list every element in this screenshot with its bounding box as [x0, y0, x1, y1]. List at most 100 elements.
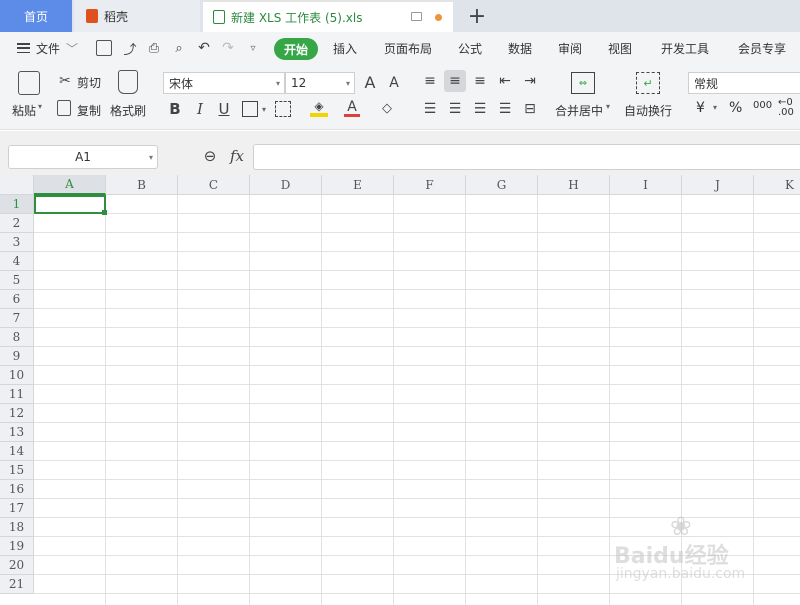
scissors-icon[interactable]: ✂: [56, 72, 74, 90]
justify-icon[interactable]: ☰: [496, 100, 514, 118]
menu-developer[interactable]: 开发工具: [661, 40, 709, 57]
copy-label[interactable]: 复制: [77, 102, 101, 119]
wrap-text-icon[interactable]: ↵: [636, 72, 660, 94]
tab-daoke[interactable]: 稻壳: [74, 0, 200, 32]
row-header-10[interactable]: 10: [0, 366, 34, 385]
select-all-corner[interactable]: [0, 175, 34, 195]
distributed-icon[interactable]: ⊟: [521, 100, 539, 118]
tab-file[interactable]: 新建 XLS 工作表 (5).xls: [203, 0, 453, 32]
row-header-2[interactable]: 2: [0, 214, 34, 233]
font-size-select[interactable]: 12 ▾: [285, 72, 355, 94]
currency-chevron-icon[interactable]: ▾: [713, 103, 717, 112]
italic-icon[interactable]: I: [192, 99, 208, 119]
row-header-5[interactable]: 5: [0, 271, 34, 290]
undo-icon[interactable]: ↶: [196, 40, 212, 56]
format-painter-icon[interactable]: [118, 70, 138, 94]
print-icon[interactable]: ⎙: [146, 40, 162, 56]
menu-insert[interactable]: 插入: [333, 40, 357, 57]
align-right-icon[interactable]: ☰: [471, 100, 489, 118]
copy-icon[interactable]: [57, 100, 71, 116]
row-header-19[interactable]: 19: [0, 537, 34, 556]
hamburger-menu-icon[interactable]: [16, 41, 30, 55]
menu-formulas[interactable]: 公式: [458, 40, 482, 57]
row-header-4[interactable]: 4: [0, 252, 34, 271]
borders-icon[interactable]: [242, 101, 258, 117]
column-header-i[interactable]: I: [610, 175, 682, 195]
currency-icon[interactable]: ¥: [696, 100, 705, 116]
align-left-icon[interactable]: ☰: [421, 100, 439, 118]
row-header-21[interactable]: 21: [0, 575, 34, 594]
align-bottom-icon[interactable]: ≡: [471, 72, 489, 90]
name-box[interactable]: A1 ▾: [8, 145, 158, 169]
row-header-3[interactable]: 3: [0, 233, 34, 252]
row-header-12[interactable]: 12: [0, 404, 34, 423]
menu-file[interactable]: 文件: [36, 40, 60, 57]
row-header-14[interactable]: 14: [0, 442, 34, 461]
row-header-18[interactable]: 18: [0, 518, 34, 537]
save-icon[interactable]: [96, 40, 112, 56]
formula-input[interactable]: [253, 144, 800, 170]
redo-icon[interactable]: ↷: [220, 40, 236, 56]
merge-center-chevron-icon[interactable]: ▾: [606, 102, 610, 111]
paste-icon[interactable]: [18, 71, 40, 95]
print-preview-icon[interactable]: ⌕: [171, 40, 187, 56]
column-header-d[interactable]: D: [250, 175, 322, 195]
column-header-f[interactable]: F: [394, 175, 466, 195]
column-header-k[interactable]: K: [754, 175, 800, 195]
align-top-icon[interactable]: ≡: [421, 72, 439, 90]
fill-handle[interactable]: [102, 210, 107, 215]
cut-label[interactable]: 剪切: [77, 74, 101, 91]
underline-icon[interactable]: U: [216, 99, 232, 119]
row-header-13[interactable]: 13: [0, 423, 34, 442]
bold-icon[interactable]: B: [166, 99, 184, 119]
new-tab-plus-icon[interactable]: +: [466, 3, 488, 29]
number-format-select[interactable]: 常规: [688, 72, 800, 94]
decrease-font-icon[interactable]: A: [386, 74, 402, 92]
percent-icon[interactable]: %: [729, 100, 742, 116]
row-header-7[interactable]: 7: [0, 309, 34, 328]
share-icon[interactable]: ⤴: [122, 40, 138, 58]
monitor-icon[interactable]: [411, 12, 422, 21]
menu-view[interactable]: 视图: [608, 40, 632, 57]
tab-home[interactable]: 首页: [0, 0, 72, 32]
menu-review[interactable]: 审阅: [558, 40, 582, 57]
paste-chevron-icon[interactable]: ▾: [38, 102, 42, 111]
paste-label[interactable]: 粘贴: [12, 102, 36, 119]
thousands-icon[interactable]: 000: [753, 100, 772, 111]
column-header-c[interactable]: C: [178, 175, 250, 195]
increase-indent-icon[interactable]: ⇥: [521, 72, 539, 90]
menu-member[interactable]: 会员专享: [738, 40, 786, 57]
menu-page-layout[interactable]: 页面布局: [384, 40, 432, 57]
row-header-20[interactable]: 20: [0, 556, 34, 575]
menu-start[interactable]: 开始: [274, 38, 318, 60]
row-header-16[interactable]: 16: [0, 480, 34, 499]
wrap-text-label[interactable]: 自动换行: [624, 102, 672, 119]
column-header-g[interactable]: G: [466, 175, 538, 195]
column-header-h[interactable]: H: [538, 175, 610, 195]
decimal-icon[interactable]: ←0.00: [778, 98, 794, 118]
merge-center-label[interactable]: 合并居中: [555, 102, 603, 119]
menu-data[interactable]: 数据: [508, 40, 532, 57]
zoom-icon[interactable]: ⊖: [201, 147, 219, 165]
align-center-icon[interactable]: ☰: [446, 100, 464, 118]
column-header-j[interactable]: J: [682, 175, 754, 195]
align-middle-icon[interactable]: ≡: [444, 70, 466, 92]
font-color-icon[interactable]: A: [344, 99, 360, 117]
borders-chevron-icon[interactable]: ▾: [260, 102, 268, 116]
font-name-select[interactable]: 宋体 ▾: [163, 72, 285, 94]
chevron-down-icon[interactable]: ﹀: [66, 40, 78, 57]
fill-color-icon[interactable]: ◈: [310, 99, 328, 117]
merge-center-icon[interactable]: ⇔: [571, 72, 595, 94]
format-painter-label[interactable]: 格式刷: [110, 102, 146, 119]
column-header-a[interactable]: A: [34, 175, 106, 195]
row-header-11[interactable]: 11: [0, 385, 34, 404]
increase-font-icon[interactable]: A: [361, 72, 379, 92]
row-header-6[interactable]: 6: [0, 290, 34, 309]
column-header-e[interactable]: E: [322, 175, 394, 195]
fx-icon[interactable]: fx: [226, 146, 248, 166]
row-header-9[interactable]: 9: [0, 347, 34, 366]
column-header-b[interactable]: B: [106, 175, 178, 195]
row-header-8[interactable]: 8: [0, 328, 34, 347]
clear-format-icon[interactable]: ◇: [378, 100, 396, 116]
cell-style-icon[interactable]: [275, 101, 291, 117]
